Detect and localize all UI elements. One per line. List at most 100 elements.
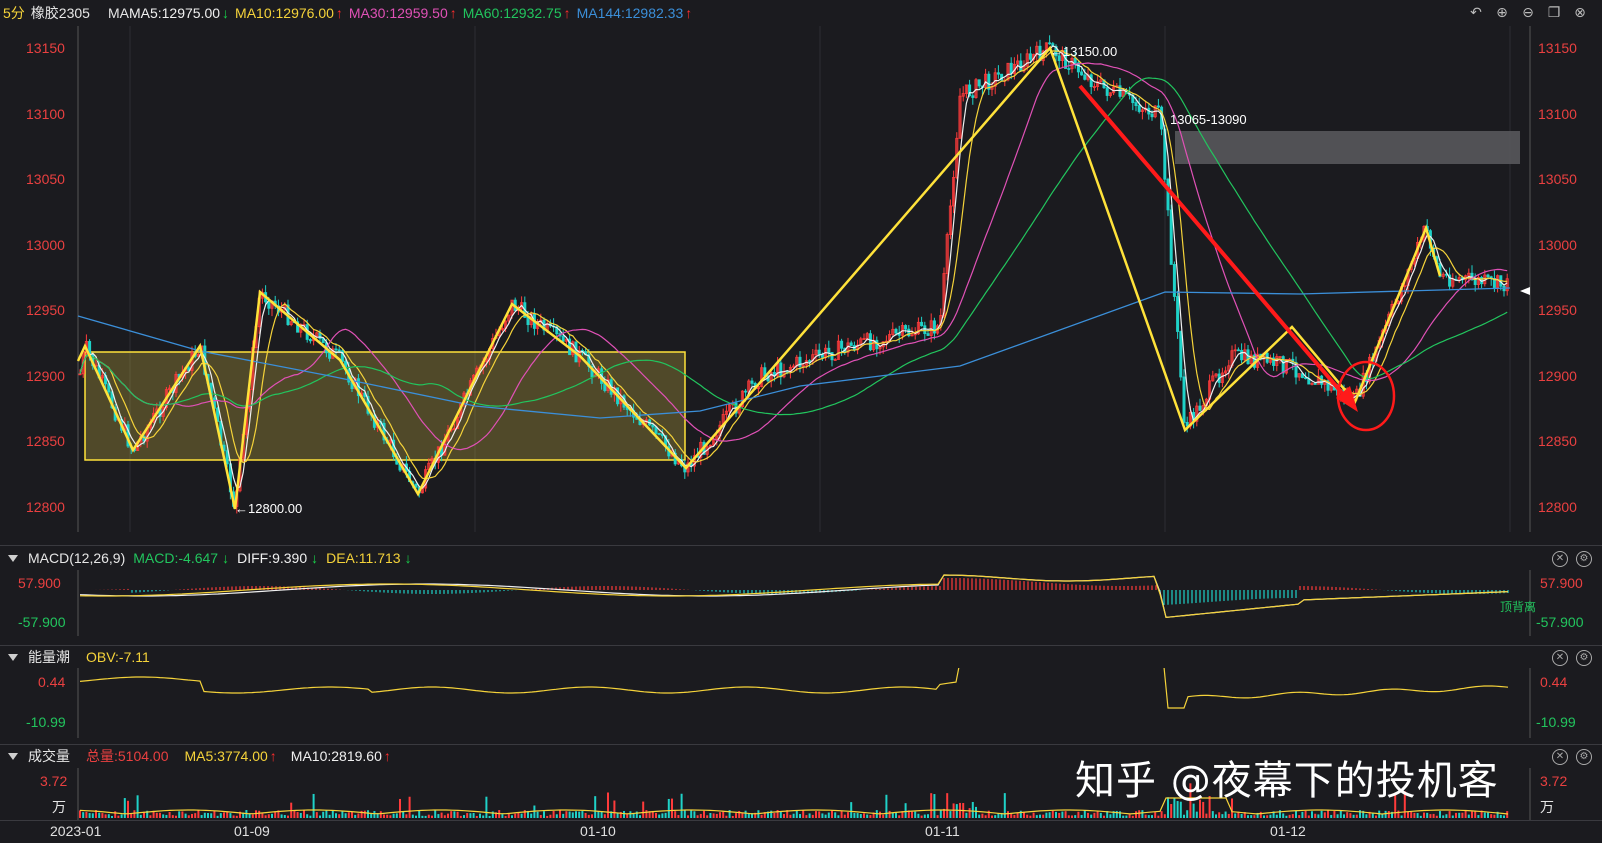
volume-bar — [88, 813, 91, 818]
volume-bar — [1039, 814, 1041, 818]
volume-bar — [264, 815, 267, 818]
volume-bar — [549, 814, 552, 818]
collapse-icon[interactable] — [8, 554, 18, 562]
price-tick: 13000 — [1538, 236, 1577, 253]
volume-bar — [421, 815, 424, 818]
undo-icon[interactable]: ↶ — [1468, 4, 1484, 20]
price-chart[interactable]: ←13150.00 ←12800.00 13065-13090 — [0, 26, 1602, 532]
volume-bar — [936, 815, 939, 818]
volume-bar — [1096, 811, 1099, 818]
candle — [1313, 383, 1317, 385]
volume-bar — [1090, 814, 1093, 818]
volume-bar — [511, 815, 513, 818]
volume-bar — [802, 810, 805, 818]
volume-bar — [1317, 814, 1320, 818]
volume-bar — [181, 811, 184, 818]
volume-bar — [1429, 814, 1432, 818]
volume-bar — [261, 813, 264, 818]
volume-bar — [1455, 812, 1457, 818]
volume-bar — [1333, 811, 1336, 818]
volume-bar — [427, 814, 430, 818]
volume-bar — [543, 811, 545, 818]
candle — [1169, 209, 1173, 265]
volume-bar — [1083, 810, 1086, 818]
candle — [1067, 68, 1071, 70]
volume-bar — [319, 815, 321, 818]
candle — [894, 328, 898, 334]
volume-bar — [837, 815, 840, 818]
candle — [923, 325, 927, 335]
period-label[interactable]: 5分 — [3, 3, 25, 23]
volume-bar — [699, 813, 702, 818]
obv-chart[interactable] — [0, 668, 1602, 738]
volume-bar — [1157, 815, 1160, 818]
up-arrow-icon: ↑ — [563, 5, 571, 21]
candle — [1281, 356, 1285, 374]
close-icon[interactable]: ✕ — [1552, 749, 1568, 765]
window-icon[interactable]: ❐ — [1546, 4, 1562, 20]
volume-bar — [789, 814, 792, 818]
volume-bar — [1288, 814, 1291, 818]
up-arrow-icon: ↑ — [685, 5, 693, 21]
volume-bar — [904, 803, 907, 818]
close-icon[interactable]: ✕ — [1552, 551, 1568, 567]
close-icon[interactable]: ⊗ — [1572, 4, 1588, 20]
volume-bar — [1154, 812, 1157, 818]
volume-bar — [1224, 811, 1227, 818]
collapse-icon[interactable] — [8, 752, 18, 760]
candle — [1137, 105, 1141, 112]
volume-bar — [1215, 814, 1217, 818]
price-tick: 13000 — [26, 236, 65, 253]
zoom-out-icon[interactable]: ⊖ — [1520, 4, 1536, 20]
volume-bar — [1464, 810, 1467, 818]
volume-bar — [1483, 812, 1486, 818]
volume-bar — [680, 793, 683, 818]
candle — [1105, 87, 1109, 96]
volume-bar — [1250, 815, 1253, 818]
macd-title[interactable]: MACD(12,26,9) — [28, 550, 125, 566]
volume-bar — [856, 813, 859, 818]
volume-bar — [1010, 813, 1013, 818]
volume-bar — [299, 812, 302, 818]
volume-bar — [1160, 811, 1163, 818]
close-icon[interactable]: ✕ — [1552, 650, 1568, 666]
volume-bar — [971, 801, 974, 818]
macd-chart[interactable] — [0, 570, 1602, 636]
price-tick: 13050 — [1538, 171, 1577, 187]
settings-icon[interactable]: ⚙ — [1576, 749, 1592, 765]
collapse-icon[interactable] — [8, 653, 18, 661]
obv-title[interactable]: 能量潮 — [28, 647, 70, 667]
candle — [1150, 113, 1154, 118]
volume-bar — [213, 811, 216, 818]
volume-bar — [1205, 813, 1208, 818]
symbol-label[interactable]: 橡胶2305 — [31, 3, 90, 23]
price-tick: 12800 — [26, 498, 65, 515]
volume-bar — [847, 812, 849, 818]
volume-bar — [136, 795, 139, 818]
volume-bar — [1442, 815, 1445, 818]
ma60-value: MA60:12932.75 — [462, 5, 562, 21]
volume-bar — [677, 815, 680, 818]
volume-bar — [1263, 815, 1265, 818]
volume-bar — [898, 815, 901, 818]
settings-icon[interactable]: ⚙ — [1576, 551, 1592, 567]
volume-bar — [850, 802, 853, 818]
date-label: 2023-01 — [50, 823, 102, 839]
volume-bar — [431, 815, 433, 818]
volume-bar — [683, 810, 686, 818]
volume-bar — [357, 813, 360, 818]
volume-bar — [514, 813, 517, 818]
volume-bar — [191, 813, 193, 818]
zoom-in-icon[interactable]: ⊕ — [1494, 4, 1510, 20]
ma30-value: MA30:12959.50 — [348, 5, 448, 21]
volume-bar — [1099, 812, 1102, 818]
volume-bar — [1413, 812, 1416, 818]
settings-icon[interactable]: ⚙ — [1576, 650, 1592, 666]
volume-bar — [1301, 811, 1304, 818]
volume-bar — [603, 814, 606, 818]
volume-bar — [1400, 815, 1403, 818]
volume-bar — [258, 810, 261, 818]
volume-bar — [815, 811, 817, 818]
volume-bar — [623, 811, 625, 818]
volume-title[interactable]: 成交量 — [28, 746, 70, 766]
